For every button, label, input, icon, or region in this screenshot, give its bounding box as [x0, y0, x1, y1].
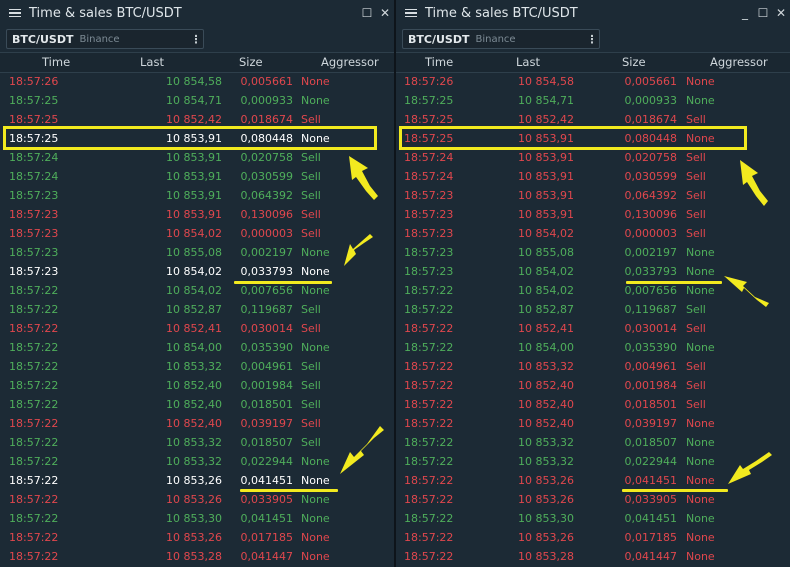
arrow-icon — [340, 426, 384, 474]
arrow-icon — [740, 160, 768, 206]
time-sales-panel-right: Time & sales BTC/USDT _ ☐ ✕ BTC/USDT Bin… — [396, 0, 790, 567]
arrow-icon — [349, 156, 378, 200]
annotation-arrows — [340, 156, 384, 474]
arrow-icon — [344, 234, 373, 266]
arrow-icon — [728, 452, 772, 484]
annotation-arrows — [724, 160, 772, 484]
time-sales-panel-left: Time & sales BTC/USDT ☐ ✕ BTC/USDT Binan… — [0, 0, 394, 567]
arrow-icon — [724, 276, 769, 307]
